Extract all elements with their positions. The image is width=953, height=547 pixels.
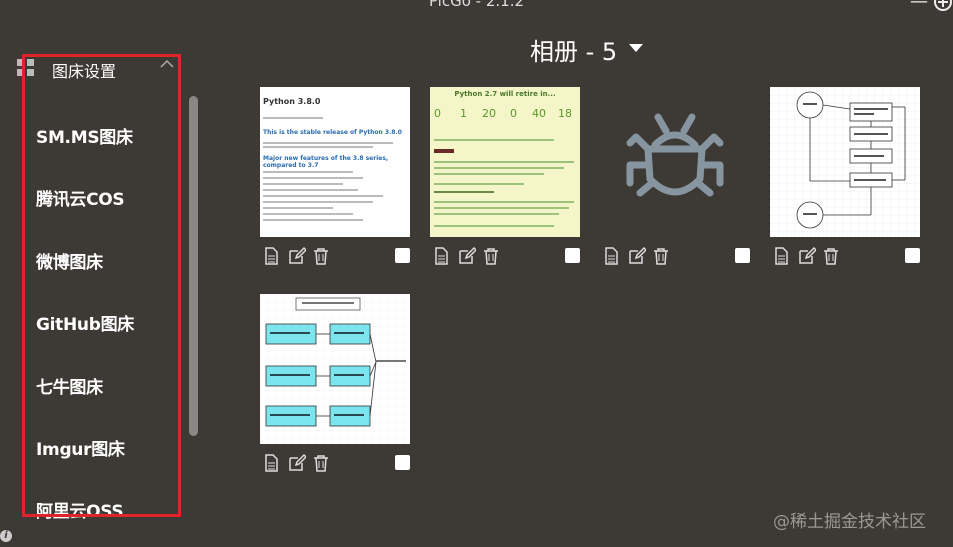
document-icon[interactable] (602, 247, 620, 265)
edit-icon[interactable] (628, 247, 646, 265)
caret-down-icon[interactable] (627, 42, 645, 54)
sidebar-item-qiniu[interactable]: 七牛图床 (36, 373, 103, 398)
image-card (770, 87, 920, 265)
image-card: Python 3.8.0 This is the stable release … (260, 87, 410, 265)
image-thumbnail[interactable]: Python 2.7 will retire in... 0 1 20 0 40… (430, 87, 580, 237)
document-icon[interactable] (432, 247, 450, 265)
select-checkbox[interactable] (905, 248, 920, 263)
image-card: Python 2.7 will retire in... 0 1 20 0 40… (430, 87, 580, 265)
bug-icon (626, 113, 724, 197)
sidebar-section-title[interactable]: 图床设置 (52, 58, 116, 82)
sidebar-item-imgur[interactable]: Imgur图床 (36, 435, 125, 460)
sidebar-item-smms[interactable]: SM.MS图床 (36, 123, 133, 148)
trash-icon[interactable] (312, 454, 330, 472)
add-circle-icon[interactable] (933, 0, 953, 12)
image-card (260, 294, 410, 472)
flowchart-image (770, 87, 920, 237)
card-actions (772, 247, 922, 267)
select-checkbox[interactable] (395, 455, 410, 470)
image-thumbnail[interactable] (260, 294, 410, 444)
sidebar-item-weibo[interactable]: 微博图床 (36, 248, 103, 273)
info-icon[interactable]: i (0, 530, 12, 542)
menu-grid-icon (17, 59, 35, 77)
sidebar-scrollbar[interactable] (189, 96, 198, 436)
image-thumbnail[interactable]: Python 3.8.0 This is the stable release … (260, 87, 410, 237)
edit-icon[interactable] (458, 247, 476, 265)
edit-icon[interactable] (288, 454, 306, 472)
image-thumbnail[interactable] (770, 87, 920, 237)
title-bar: PicGo - 2.1.2 — (0, 0, 953, 14)
flow-diagram-image (260, 294, 410, 444)
card-actions (262, 454, 412, 474)
select-checkbox[interactable] (565, 248, 580, 263)
select-checkbox[interactable] (395, 248, 410, 263)
trash-icon[interactable] (482, 247, 500, 265)
card-actions (262, 247, 412, 267)
card-actions (602, 247, 752, 267)
image-card (600, 87, 750, 265)
watermark: @稀土掘金技术社区 (773, 512, 926, 532)
app-title: PicGo - 2.1.2 (428, 0, 525, 10)
chevron-up-icon[interactable] (158, 57, 176, 71)
album-title: 相册 - 5 (530, 38, 618, 66)
sidebar-item-tencent-cos[interactable]: 腾讯云COS (36, 185, 125, 210)
document-icon[interactable] (262, 454, 280, 472)
sidebar-item-github[interactable]: GitHub图床 (36, 310, 134, 335)
minimize-button[interactable]: — (910, 0, 928, 11)
trash-icon[interactable] (822, 247, 840, 265)
image-thumbnail[interactable] (600, 87, 750, 237)
select-checkbox[interactable] (735, 248, 750, 263)
trash-icon[interactable] (652, 247, 670, 265)
document-icon[interactable] (772, 247, 790, 265)
card-actions (432, 247, 582, 267)
edit-icon[interactable] (288, 247, 306, 265)
edit-icon[interactable] (798, 247, 816, 265)
sidebar-item-aliyun-oss[interactable]: 阿里云OSS (36, 497, 124, 522)
trash-icon[interactable] (312, 247, 330, 265)
document-icon[interactable] (262, 247, 280, 265)
